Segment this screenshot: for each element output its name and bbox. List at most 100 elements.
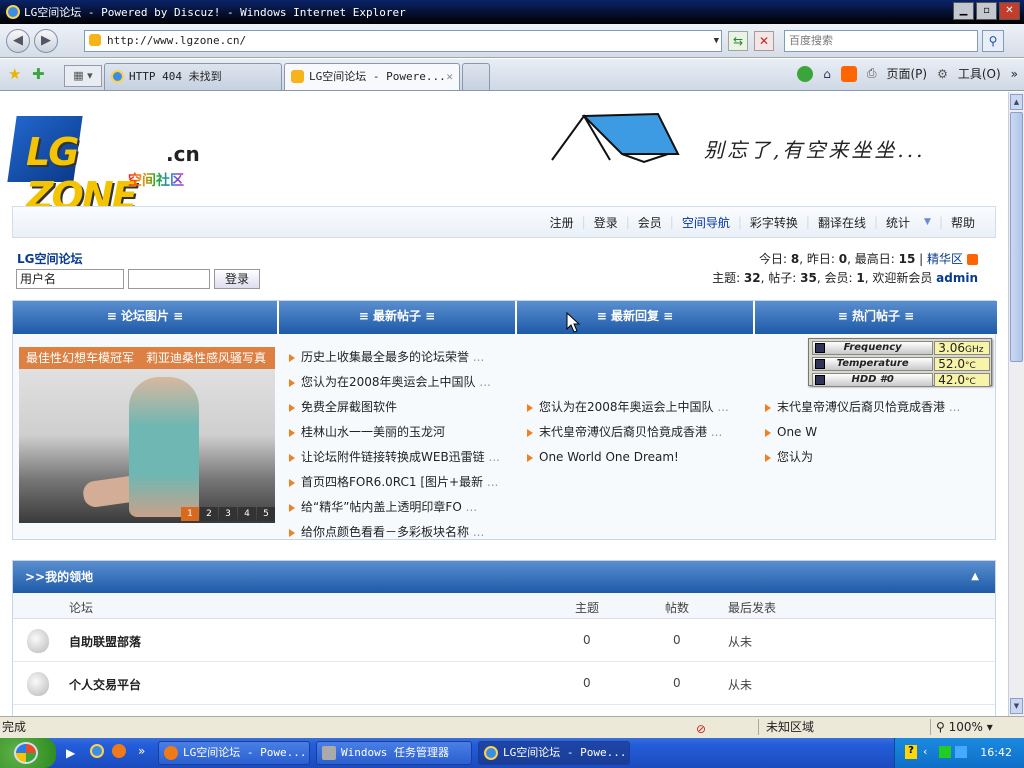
new-member-link[interactable]: admin: [936, 271, 978, 285]
nav-color-text[interactable]: 彩字转换: [744, 214, 804, 231]
nav-login[interactable]: 登录: [588, 214, 624, 231]
url-input[interactable]: http://www.lgzone.cn/ ▼: [84, 30, 722, 52]
taskbar-button[interactable]: Windows 任务管理器: [316, 741, 472, 765]
tab-close-icon[interactable]: ✕: [446, 64, 453, 89]
chevron-right-icon[interactable]: »: [1011, 67, 1018, 81]
list-item[interactable]: 让论坛附件链接转换成WEB迅雷链 ...: [287, 445, 519, 470]
banner: 别忘了,有空来坐坐...: [548, 110, 948, 170]
ie-icon: [6, 5, 20, 19]
collapse-icon[interactable]: ▲: [971, 561, 979, 593]
rss-icon[interactable]: [967, 254, 978, 265]
password-input[interactable]: [128, 269, 210, 289]
list-item[interactable]: 您认为: [763, 445, 993, 470]
go-icon[interactable]: [797, 65, 814, 82]
chevron-right-icon[interactable]: »: [138, 744, 145, 758]
clock[interactable]: 16:42: [980, 746, 1012, 759]
scrollbar-thumb[interactable]: [1010, 112, 1023, 362]
photo-caption[interactable]: 最佳性幻想车模冠军 莉亚迪桑性感风骚写真: [19, 347, 275, 369]
taskbar-button[interactable]: LG空间论坛 - Powe...: [158, 741, 310, 765]
pager-item[interactable]: 1: [181, 507, 199, 521]
start-button[interactable]: [0, 738, 56, 768]
column-forum: 论坛: [69, 601, 94, 615]
tools-menu[interactable]: 工具(O): [958, 65, 1001, 82]
nav-help[interactable]: 帮助: [945, 214, 981, 231]
list-item[interactable]: One World One Dream!: [525, 445, 757, 470]
login-button[interactable]: 登录: [214, 269, 261, 289]
scroll-down-icon[interactable]: ▼: [1010, 698, 1023, 714]
gear-icon[interactable]: ⚙: [937, 67, 948, 81]
slideshow-image[interactable]: 最佳性幻想车模冠军 莉亚迪桑性感风骚写真 1 2 3 4 5: [19, 347, 275, 523]
minimize-button[interactable]: ▁: [953, 2, 974, 20]
nav-translate[interactable]: 翻译在线: [812, 214, 872, 231]
column-posts: 帖数: [665, 601, 690, 615]
chevron-down-icon[interactable]: ▼: [918, 217, 937, 227]
refresh-button[interactable]: ⇆: [728, 31, 748, 51]
network-icon[interactable]: [955, 746, 967, 758]
list-item[interactable]: 首页四格FOR6.0RC1 [图片+最新 ...: [287, 470, 519, 495]
tab-lgzone[interactable]: LG空间论坛 - Powere... ✕: [284, 63, 460, 90]
favorites-star-icon[interactable]: ★: [8, 65, 21, 83]
maximize-button[interactable]: ▫: [976, 2, 997, 20]
list-item[interactable]: 免费全屏截图软件: [287, 395, 519, 420]
popup-blocked-icon[interactable]: ⊘: [696, 719, 706, 739]
close-button[interactable]: ✕: [999, 2, 1020, 20]
search-input[interactable]: 百度搜索: [784, 30, 978, 52]
latest-replies-list: 您认为在2008年奥运会上中国队 ... 末代皇帝溥仪后裔贝恰竟成香港 ... …: [525, 395, 757, 470]
nav-register[interactable]: 注册: [544, 214, 580, 231]
forum-name-link[interactable]: 个人交易平台: [69, 676, 141, 693]
forum-name-link[interactable]: 自助联盟部落: [69, 633, 141, 650]
nav-members[interactable]: 会员: [632, 214, 668, 231]
nav-space-guide[interactable]: 空间导航: [676, 214, 736, 231]
pager-item[interactable]: 2: [200, 507, 218, 521]
nav-stats[interactable]: 统计: [880, 214, 916, 231]
pager-item[interactable]: 3: [219, 507, 237, 521]
new-tab-button[interactable]: [462, 63, 490, 90]
search-icon[interactable]: ⚲: [982, 30, 1004, 52]
tab-label: LG空间论坛 - Powere...: [309, 70, 446, 83]
list-item[interactable]: 末代皇帝溥仪后裔贝恰竟成香港 ...: [525, 420, 757, 445]
taskbar-button[interactable]: LG空间论坛 - Powe...: [478, 741, 630, 765]
stop-button[interactable]: ✕: [754, 31, 774, 51]
media-player-icon[interactable]: ▶: [66, 746, 75, 760]
cpu-meter-icon[interactable]: [939, 746, 951, 758]
my-area-header[interactable]: >>我的领地 ▲: [13, 561, 995, 593]
site-logo[interactable]: LG ZONE .cn 空间社区: [7, 110, 200, 218]
forward-button[interactable]: ▶: [34, 29, 58, 53]
list-item[interactable]: 末代皇帝溥仪后裔贝恰竟成香港 ...: [763, 395, 993, 420]
list-item[interactable]: 给“精华”帖内盖上透明印章FO ...: [287, 495, 519, 520]
vertical-scrollbar[interactable]: ▲ ▼: [1008, 92, 1024, 716]
window-controls: ▁ ▫ ✕: [953, 2, 1020, 20]
chevron-down-icon[interactable]: ▼: [714, 31, 719, 51]
scroll-up-icon[interactable]: ▲: [1010, 94, 1023, 110]
ie-quicklaunch-icon[interactable]: [90, 744, 104, 758]
home-icon[interactable]: ⌂: [823, 67, 831, 81]
list-item[interactable]: 您认为在2008年奥运会上中国队 ...: [287, 370, 519, 395]
back-button[interactable]: ◀: [6, 29, 30, 53]
list-item[interactable]: 给你点颜色看看－多彩板块名称 ...: [287, 520, 519, 545]
thermometer-icon: [815, 359, 825, 369]
pager-item[interactable]: 4: [238, 507, 256, 521]
username-input[interactable]: 用户名: [16, 269, 124, 289]
chevron-left-icon[interactable]: ‹: [923, 745, 927, 758]
list-item[interactable]: 桂林山水一一美丽的玉龙河: [287, 420, 519, 445]
pager-item[interactable]: 5: [257, 507, 275, 521]
topics-count: 0: [583, 633, 591, 647]
status-text: 完成: [2, 720, 27, 734]
tab-404[interactable]: HTTP 404 未找到: [104, 63, 282, 90]
quick-tabs-button[interactable]: ▦ ▾: [64, 65, 102, 87]
digest-link[interactable]: 精华区: [927, 252, 963, 266]
page-menu[interactable]: 页面(P): [886, 65, 927, 82]
add-favorites-icon[interactable]: ✚: [32, 65, 45, 83]
help-icon[interactable]: ?: [905, 745, 917, 759]
panel-headers: ≡ 论坛图片 ≡ ≡ 最新帖子 ≡ ≡ 最新回复 ≡ ≡ 热门帖子 ≡: [13, 301, 997, 334]
list-item[interactable]: 历史上收集最全最多的论坛荣誉 ...: [287, 345, 519, 370]
list-item[interactable]: 您认为在2008年奥运会上中国队 ...: [525, 395, 757, 420]
system-monitor-gadget[interactable]: Frequency 3.06GHz Temperature 52.0°C HDD…: [808, 338, 992, 387]
forum-title[interactable]: LG空间论坛: [17, 250, 83, 267]
task-manager-icon: [322, 746, 336, 760]
zoom-level[interactable]: ⚲ 100% ▾: [936, 717, 993, 737]
firefox-icon[interactable]: [112, 744, 126, 758]
print-icon[interactable]: ⎙: [867, 66, 877, 81]
rss-icon[interactable]: [840, 65, 857, 82]
list-item[interactable]: One W: [763, 420, 993, 445]
